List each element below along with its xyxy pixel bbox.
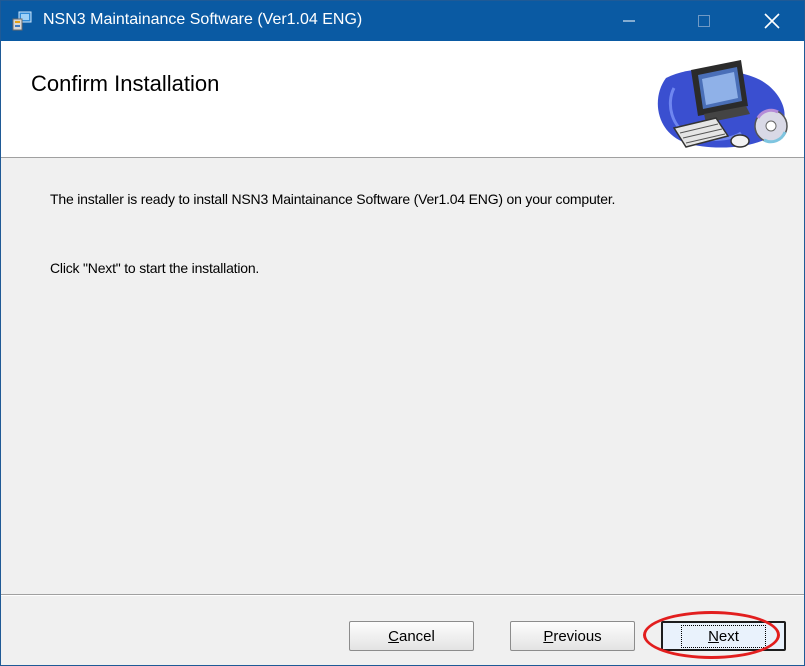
- window-title: NSN3 Maintainance Software (Ver1.04 ENG): [43, 11, 363, 28]
- previous-label: Previous: [543, 627, 602, 645]
- close-button[interactable]: [747, 1, 797, 41]
- page-title: Confirm Installation: [31, 71, 220, 96]
- cancel-label: Cancel: [388, 627, 435, 645]
- previous-button[interactable]: Previous: [510, 621, 635, 651]
- close-icon: [764, 13, 780, 29]
- minimize-icon: [623, 20, 635, 22]
- next-label: Next: [681, 624, 766, 648]
- maximize-button: [679, 1, 729, 41]
- cancel-button[interactable]: Cancel: [349, 621, 474, 651]
- installer-window: NSN3 Maintainance Software (Ver1.04 ENG)…: [0, 0, 805, 666]
- instruction-message: Click "Next" to start the installation.: [50, 260, 260, 276]
- header-banner: Confirm Installation: [1, 41, 804, 158]
- maximize-icon: [698, 15, 710, 27]
- next-button[interactable]: Next: [661, 621, 786, 651]
- ready-message: The installer is ready to install NSN3 M…: [50, 191, 616, 207]
- computer-cd-illustration: [657, 60, 788, 148]
- minimize-button[interactable]: [604, 1, 654, 41]
- button-bar: Cancel Previous Next: [1, 594, 804, 665]
- installer-icon: [12, 11, 32, 31]
- dialog-content: The installer is ready to install NSN3 M…: [1, 158, 804, 594]
- title-bar[interactable]: NSN3 Maintainance Software (Ver1.04 ENG): [1, 1, 804, 41]
